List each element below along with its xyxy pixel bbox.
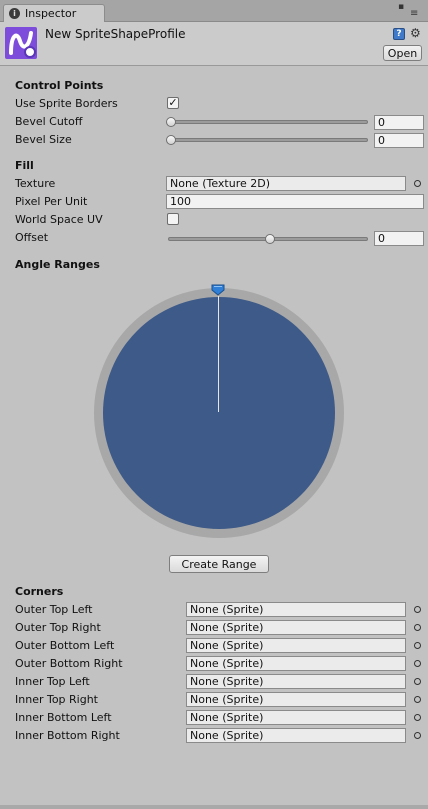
use-sprite-borders-label: Use Sprite Borders — [15, 97, 118, 110]
texture-field[interactable]: None (Texture 2D) — [166, 176, 406, 191]
inspector-header: New SpriteShapeProfile ? ⚙ Open — [0, 22, 428, 66]
control-points-title: Control Points — [15, 79, 104, 92]
bevel-cutoff-field[interactable]: 0 — [374, 115, 424, 130]
offset-slider-thumb[interactable] — [264, 234, 275, 244]
sprite-picker-icon[interactable] — [414, 660, 421, 667]
corner-sprite-field[interactable]: None (Sprite) — [186, 620, 406, 635]
help-book-icon[interactable]: ? — [393, 28, 405, 40]
pixel-per-unit-field[interactable]: 100 — [166, 194, 424, 209]
corner-label: Inner Top Left — [15, 675, 90, 688]
bevel-cutoff-slider-thumb[interactable] — [166, 117, 176, 127]
sprite-picker-icon[interactable] — [414, 696, 421, 703]
corners-title: Corners — [15, 585, 64, 598]
sprite-picker-icon[interactable] — [414, 714, 421, 721]
offset-label: Offset — [15, 231, 49, 244]
corner-sprite-field[interactable]: None (Sprite) — [186, 602, 406, 617]
use-sprite-borders-checkbox[interactable]: ✓ — [167, 97, 179, 109]
tab-menu-icon[interactable]: ≡ — [410, 9, 424, 19]
corner-sprite-field[interactable]: None (Sprite) — [186, 728, 406, 743]
open-button[interactable]: Open — [383, 45, 422, 61]
corner-label: Inner Bottom Left — [15, 711, 112, 724]
tab-inspector[interactable]: i Inspector — [3, 4, 105, 22]
sprite-shape-profile-icon — [5, 27, 37, 59]
tab-inspector-label: Inspector — [25, 7, 77, 20]
world-space-uv-label: World Space UV — [15, 213, 103, 226]
asset-badge-icon — [24, 46, 36, 58]
lock-icon[interactable]: ▪ — [398, 3, 408, 12]
corner-sprite-field[interactable]: None (Sprite) — [186, 692, 406, 707]
sprite-picker-icon[interactable] — [414, 606, 421, 613]
bevel-size-slider-thumb[interactable] — [166, 135, 176, 145]
corner-sprite-field[interactable]: None (Sprite) — [186, 710, 406, 725]
corner-label: Outer Bottom Right — [15, 657, 123, 670]
gear-icon[interactable]: ⚙ — [410, 26, 421, 40]
world-space-uv-checkbox[interactable] — [167, 213, 179, 225]
bevel-cutoff-label: Bevel Cutoff — [15, 115, 83, 128]
tab-bar: i Inspector ▪ ≡ — [0, 0, 428, 22]
info-icon: i — [9, 8, 20, 19]
corner-sprite-field[interactable]: None (Sprite) — [186, 674, 406, 689]
bevel-size-slider-track[interactable] — [168, 138, 368, 142]
checkmark-icon: ✓ — [168, 96, 178, 109]
texture-label: Texture — [15, 177, 56, 190]
sprite-picker-icon[interactable] — [414, 678, 421, 685]
sprite-picker-icon[interactable] — [414, 732, 421, 739]
corner-label: Outer Bottom Left — [15, 639, 115, 652]
angle-ranges-title: Angle Ranges — [15, 258, 100, 271]
bevel-cutoff-slider-track[interactable] — [168, 120, 368, 124]
angle-range-disc[interactable] — [103, 297, 335, 529]
bevel-size-field[interactable]: 0 — [374, 133, 424, 148]
bottom-border — [0, 805, 428, 809]
offset-field[interactable]: 0 — [374, 231, 424, 246]
sprite-picker-icon[interactable] — [414, 642, 421, 649]
texture-picker-icon[interactable] — [414, 180, 421, 187]
bevel-size-label: Bevel Size — [15, 133, 72, 146]
sprite-picker-icon[interactable] — [414, 624, 421, 631]
corner-label: Outer Top Left — [15, 603, 93, 616]
corner-label: Inner Bottom Right — [15, 729, 120, 742]
angle-range-indicator-line — [218, 296, 219, 412]
corner-label: Outer Top Right — [15, 621, 101, 634]
corner-sprite-field[interactable]: None (Sprite) — [186, 656, 406, 671]
corner-sprite-field[interactable]: None (Sprite) — [186, 638, 406, 653]
corner-label: Inner Top Right — [15, 693, 98, 706]
angle-range-handle-icon[interactable] — [211, 284, 225, 296]
fill-title: Fill — [15, 159, 34, 172]
pixel-per-unit-label: Pixel Per Unit — [15, 195, 88, 208]
create-range-button[interactable]: Create Range — [169, 555, 269, 573]
asset-name: New SpriteShapeProfile — [45, 27, 186, 41]
